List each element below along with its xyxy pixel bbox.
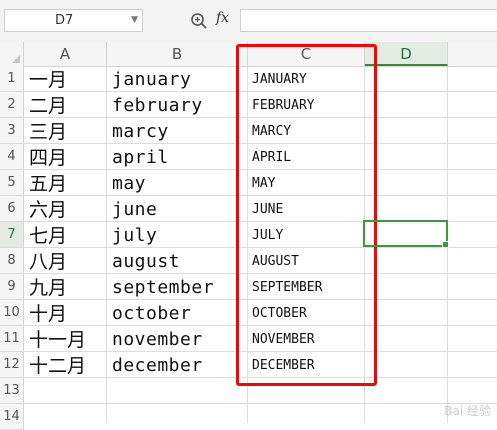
name-box-value: D7 (55, 13, 74, 28)
row-header[interactable]: 2 (0, 92, 24, 118)
cell-a5[interactable]: 五月 (29, 170, 67, 196)
row-header[interactable]: 5 (0, 170, 24, 196)
row-header[interactable]: 8 (0, 248, 24, 274)
row-header[interactable]: 4 (0, 144, 24, 170)
row-header[interactable]: 13 (0, 378, 24, 404)
row-header[interactable]: 3 (0, 118, 24, 144)
cell-a7[interactable]: 七月 (29, 222, 67, 248)
row-header[interactable]: 6 (0, 196, 24, 222)
row-header[interactable]: 10 (0, 300, 24, 326)
cell-a1[interactable]: 一月 (29, 66, 67, 92)
cell-b11[interactable]: november (112, 326, 203, 352)
row-header[interactable]: 14 (0, 404, 24, 430)
cell-a8[interactable]: 八月 (29, 248, 67, 274)
cell-b8[interactable]: august (112, 248, 180, 274)
cell-b10[interactable]: october (112, 300, 191, 326)
cell-b2[interactable]: february (112, 92, 203, 118)
column-header-e[interactable] (448, 42, 497, 66)
column-header-d[interactable]: D (365, 42, 448, 66)
cell-a3[interactable]: 三月 (29, 118, 67, 144)
watermark: Bai 经验 (444, 404, 491, 418)
cell-b7[interactable]: july (112, 222, 157, 248)
cell-b12[interactable]: december (112, 352, 203, 378)
cell-b6[interactable]: june (112, 196, 157, 222)
row-header[interactable]: 9 (0, 274, 24, 300)
chevron-down-icon[interactable]: ▼ (131, 10, 138, 31)
formula-bar: D7 ▼ fx (0, 0, 497, 43)
row-header[interactable]: 7 (0, 222, 24, 248)
name-box[interactable]: D7 ▼ (4, 9, 143, 32)
cell-a6[interactable]: 六月 (29, 196, 67, 222)
row-header[interactable]: 11 (0, 326, 24, 352)
fill-handle[interactable] (442, 241, 449, 248)
cell-a11[interactable]: 十一月 (29, 326, 86, 352)
selected-cell-d7[interactable] (363, 220, 449, 248)
cell-a4[interactable]: 四月 (29, 144, 67, 170)
grid-line (24, 403, 497, 404)
grid-line (106, 66, 107, 423)
row-header[interactable]: 1 (0, 66, 24, 92)
cell-b9[interactable]: september (112, 274, 214, 300)
column-header-b[interactable]: B (107, 42, 248, 66)
zoom-icon[interactable] (190, 12, 208, 30)
select-all-corner[interactable] (0, 42, 24, 66)
cell-a9[interactable]: 九月 (29, 274, 67, 300)
formula-input[interactable] (240, 9, 497, 32)
cell-b4[interactable]: april (112, 144, 169, 170)
highlight-box (236, 44, 377, 386)
cell-b3[interactable]: marcy (112, 118, 169, 144)
cell-a10[interactable]: 十月 (29, 300, 67, 326)
cell-a12[interactable]: 十二月 (29, 352, 86, 378)
fx-icon[interactable]: fx (216, 10, 229, 26)
row-header[interactable]: 12 (0, 352, 24, 378)
cell-b1[interactable]: january (112, 66, 191, 92)
column-header-a[interactable]: A (24, 42, 107, 66)
cell-a2[interactable]: 二月 (29, 92, 67, 118)
cell-b5[interactable]: may (112, 170, 146, 196)
